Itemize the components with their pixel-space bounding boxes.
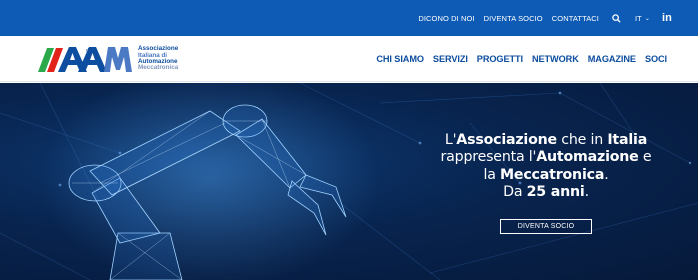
nav-item-magazine[interactable]: MAGAZINE <box>588 54 636 64</box>
site-logo[interactable]: di Associazione Italiana di Automazione … <box>38 42 203 76</box>
hero-text-segment: che in <box>556 132 608 148</box>
hero-text-segment: e <box>638 149 652 166</box>
topbar-link-diventa-socio[interactable]: DIVENTA SOCIO <box>484 14 543 23</box>
linkedin-icon[interactable]: in <box>662 12 672 24</box>
logo-mark: di <box>38 47 132 72</box>
hero-text-segment: . <box>604 166 609 183</box>
language-label: IT <box>635 13 642 23</box>
hero-line-1: L'Associazione che in Italia <box>432 132 660 149</box>
nav-item-chi-siamo[interactable]: CHI SIAMO <box>376 54 424 64</box>
nav-item-progetti[interactable]: PROGETTI <box>477 54 523 64</box>
nav-item-servizi[interactable]: SERVIZI <box>433 54 468 64</box>
hero-text-segment: Da <box>503 184 527 201</box>
hero-text-segment: rappresenta l' <box>440 149 537 166</box>
svg-text:di: di <box>86 48 90 54</box>
nav-item-network[interactable]: NETWORK <box>532 54 579 64</box>
top-utility-bar: DICONO DI NOI DIVENTA SOCIO CONTATTACI I… <box>0 0 698 36</box>
logo-line-4: Meccatronica <box>138 64 179 72</box>
hero-text-segment: la <box>483 166 500 183</box>
hero-highlight-italia: Italia <box>607 132 648 148</box>
hero-highlight-25-anni: 25 anni <box>526 184 585 201</box>
hero-line-4: Da 25 anni. <box>432 184 660 201</box>
logo-text: Associazione Italiana di Automazione Mec… <box>138 45 179 72</box>
hero-text-segment: . <box>584 184 590 201</box>
topbar-link-contattaci[interactable]: CONTATTACI <box>552 14 599 23</box>
chevron-down-icon: ⌄ <box>644 15 651 22</box>
hero-text-segment: L' <box>444 132 457 148</box>
topbar-link-dicono-di-noi[interactable]: DICONO DI NOI <box>418 14 474 23</box>
hero-highlight-automazione: Automazione <box>536 149 639 166</box>
hero-line-2: rappresenta l'Automazione e <box>432 149 660 166</box>
search-icon[interactable] <box>612 13 621 23</box>
language-selector[interactable]: IT ⌄ <box>635 14 650 23</box>
main-navigation: CHI SIAMO SERVIZI PROGETTI NETWORK MAGAZ… <box>367 36 667 82</box>
hero-headline: L'Associazione che in Italia rappresenta… <box>432 132 660 202</box>
main-header: di Associazione Italiana di Automazione … <box>0 36 698 82</box>
hero-banner: L'Associazione che in Italia rappresenta… <box>0 83 698 280</box>
diventa-socio-button[interactable]: DIVENTA SOCIO <box>500 219 592 234</box>
hero-highlight-meccatronica: Meccatronica <box>500 166 605 183</box>
nav-item-soci[interactable]: SOCI <box>645 54 667 64</box>
hero-line-3: la Meccatronica. <box>432 167 660 184</box>
hero-highlight-associazione: Associazione <box>456 132 557 148</box>
